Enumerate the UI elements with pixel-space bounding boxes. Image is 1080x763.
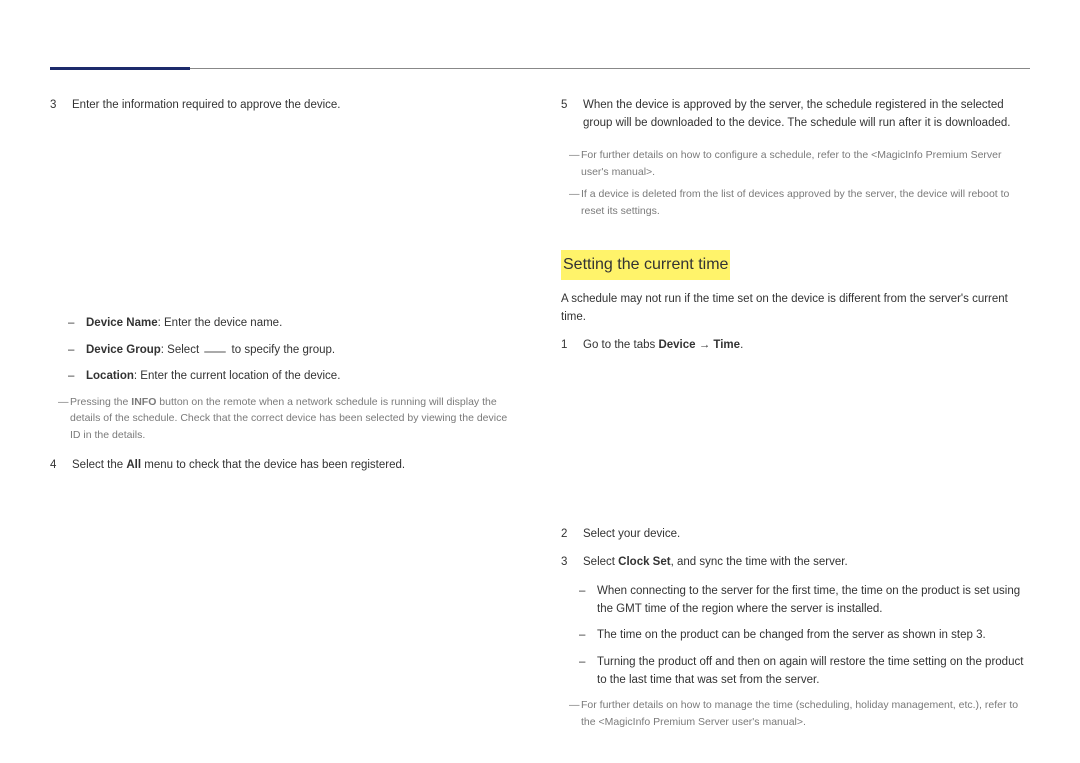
note-manage-time: ― For further details on how to manage t… — [561, 697, 1030, 731]
substep-device-group: ‒ Device Group: Select to specify the gr… — [50, 341, 519, 359]
step-5: 5 When the device is approved by the ser… — [561, 96, 1030, 133]
all-menu-label: All — [126, 459, 141, 471]
dash-icon: ‒ — [579, 582, 597, 619]
left-column: 3 Enter the information required to appr… — [50, 96, 519, 737]
group-select-button[interactable] — [204, 351, 226, 353]
step-text: Enter the information required to approv… — [72, 96, 519, 114]
paragraph: A schedule may not run if the time set o… — [561, 290, 1030, 327]
substep-text: Device Name: Enter the device name. — [86, 314, 519, 332]
note-text: For further details on how to manage the… — [581, 697, 1030, 731]
info-button-label: INFO — [131, 396, 156, 408]
substep-text: The time on the product can be changed f… — [597, 626, 1030, 644]
step-number: 3 — [561, 553, 583, 571]
step-r1-a: Go to the tabs — [583, 339, 658, 351]
device-group-label: Device Group — [86, 344, 161, 356]
dash-icon: ‒ — [68, 314, 86, 332]
image-placeholder — [561, 365, 1030, 525]
step-number: 5 — [561, 96, 583, 133]
substep-text: Location: Enter the current location of … — [86, 367, 519, 385]
step-r1: 1 Go to the tabs Device → Time. — [561, 336, 1030, 354]
arrow-icon: → — [696, 339, 714, 351]
image-placeholder — [50, 484, 519, 619]
note-configure-schedule: ― For further details on how to configur… — [561, 147, 1030, 181]
step-text: When the device is approved by the serve… — [583, 96, 1030, 133]
note-info-button: ― Pressing the INFO button on the remote… — [50, 394, 519, 444]
substep-text: Turning the product off and then on agai… — [597, 653, 1030, 690]
note-text: Pressing the INFO button on the remote w… — [70, 394, 519, 444]
note-bullet-icon: ― — [569, 186, 581, 220]
note-bullet-icon: ― — [569, 697, 581, 731]
step-number: 4 — [50, 456, 72, 474]
substep-r1: ‒ When connecting to the server for the … — [561, 582, 1030, 619]
time-tab-label: Time — [713, 339, 740, 351]
section-title: Setting the current time — [561, 250, 730, 280]
location-label: Location — [86, 370, 134, 382]
step-3: 3 Enter the information required to appr… — [50, 96, 519, 114]
step-number: 1 — [561, 336, 583, 354]
step-r3-a: Select — [583, 556, 618, 568]
note-bullet-icon: ― — [569, 147, 581, 181]
step-r1-c: . — [740, 339, 743, 351]
step-text: Select your device. — [583, 525, 1030, 543]
step-text: Select the All menu to check that the de… — [72, 456, 519, 474]
step4-a: Select the — [72, 459, 126, 471]
note-part1: Pressing the — [70, 396, 131, 408]
note-device-deleted: ― If a device is deleted from the list o… — [561, 186, 1030, 220]
dash-icon: ‒ — [68, 367, 86, 385]
location-text: : Enter the current location of the devi… — [134, 370, 340, 382]
step4-b: menu to check that the device has been r… — [141, 459, 405, 471]
device-name-text: : Enter the device name. — [158, 317, 283, 329]
step-number: 2 — [561, 525, 583, 543]
substep-r3: ‒ Turning the product off and then on ag… — [561, 653, 1030, 690]
substep-text: Device Group: Select to specify the grou… — [86, 341, 519, 359]
substep-text: When connecting to the server for the fi… — [597, 582, 1030, 619]
step-r2: 2 Select your device. — [561, 525, 1030, 543]
step-r3-b: , and sync the time with the server. — [671, 556, 848, 568]
substep-r2: ‒ The time on the product can be changed… — [561, 626, 1030, 644]
device-tab-label: Device — [658, 339, 695, 351]
note-text: For further details on how to configure … — [581, 147, 1030, 181]
right-column: 5 When the device is approved by the ser… — [561, 96, 1030, 737]
dash-icon: ‒ — [68, 341, 86, 359]
device-name-label: Device Name — [86, 317, 158, 329]
two-column-layout: 3 Enter the information required to appr… — [50, 96, 1030, 737]
step-text: Go to the tabs Device → Time. — [583, 336, 1030, 354]
substep-location: ‒ Location: Enter the current location o… — [50, 367, 519, 385]
page: 3 Enter the information required to appr… — [0, 0, 1080, 763]
header-accent — [50, 67, 190, 70]
image-placeholder — [50, 124, 519, 314]
device-group-text-2: to specify the group. — [232, 344, 336, 356]
note-text: If a device is deleted from the list of … — [581, 186, 1030, 220]
substep-device-name: ‒ Device Name: Enter the device name. — [50, 314, 519, 332]
clock-set-label: Clock Set — [618, 556, 670, 568]
dash-icon: ‒ — [579, 626, 597, 644]
step-number: 3 — [50, 96, 72, 114]
note-bullet-icon: ― — [58, 394, 70, 444]
dash-icon: ‒ — [579, 653, 597, 690]
step-4: 4 Select the All menu to check that the … — [50, 456, 519, 474]
device-group-text: : Select — [161, 344, 199, 356]
step-text: Select Clock Set, and sync the time with… — [583, 553, 1030, 571]
step-r3: 3 Select Clock Set, and sync the time wi… — [561, 553, 1030, 571]
header-rule — [50, 68, 1030, 69]
